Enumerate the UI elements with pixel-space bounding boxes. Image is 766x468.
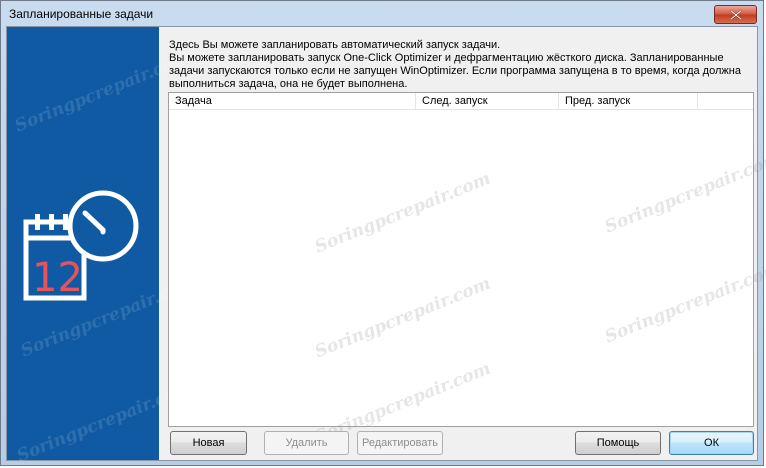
edit-task-button[interactable]: Редактировать	[357, 431, 443, 455]
task-list-header: Задача След. запуск Пред. запуск	[169, 93, 753, 110]
main-content: Здесь Вы можете запланировать автоматиче…	[160, 27, 766, 460]
column-header-prev-run[interactable]: Пред. запуск	[559, 93, 698, 109]
title-bar[interactable]: Запланированные задачи	[1, 1, 763, 27]
delete-task-button[interactable]: Удалить	[264, 431, 349, 455]
calendar-day-number: 12	[32, 255, 83, 301]
help-button[interactable]: Помощь	[575, 431, 661, 455]
calendar-clock-icon: 12	[23, 190, 139, 301]
close-icon	[730, 10, 742, 20]
column-header-next-run[interactable]: След. запуск	[416, 93, 559, 109]
sidebar-panel: Soringpcrepair.com Soringpcrepair.com So…	[7, 27, 200, 466]
watermark-text: Soringpcrepair.com	[602, 148, 766, 238]
window-title: Запланированные задачи	[9, 7, 154, 21]
new-task-button[interactable]: Новая	[170, 431, 247, 455]
close-button[interactable]	[714, 5, 757, 24]
watermark-text: Soringpcrepair.com	[602, 258, 766, 348]
dialog-client-area: Soringpcrepair.com Soringpcrepair.com So…	[6, 26, 766, 466]
description-line: Здесь Вы можете запланировать автоматиче…	[169, 39, 501, 51]
task-list[interactable]: Задача След. запуск Пред. запуск Soringp…	[168, 92, 766, 447]
watermark-text: Soringpcrepair.com	[312, 168, 494, 258]
description-line: Вы можете запланировать запуск One-Click…	[169, 52, 741, 90]
description-text: Здесь Вы можете запланировать автоматиче…	[169, 39, 759, 91]
ok-button[interactable]: ОК	[669, 431, 754, 455]
column-header-task[interactable]: Задача	[169, 93, 416, 109]
watermark-text: Soringpcrepair.com	[312, 273, 494, 363]
dialog-window: Запланированные задачи Soringpcrepair.co…	[0, 0, 766, 466]
